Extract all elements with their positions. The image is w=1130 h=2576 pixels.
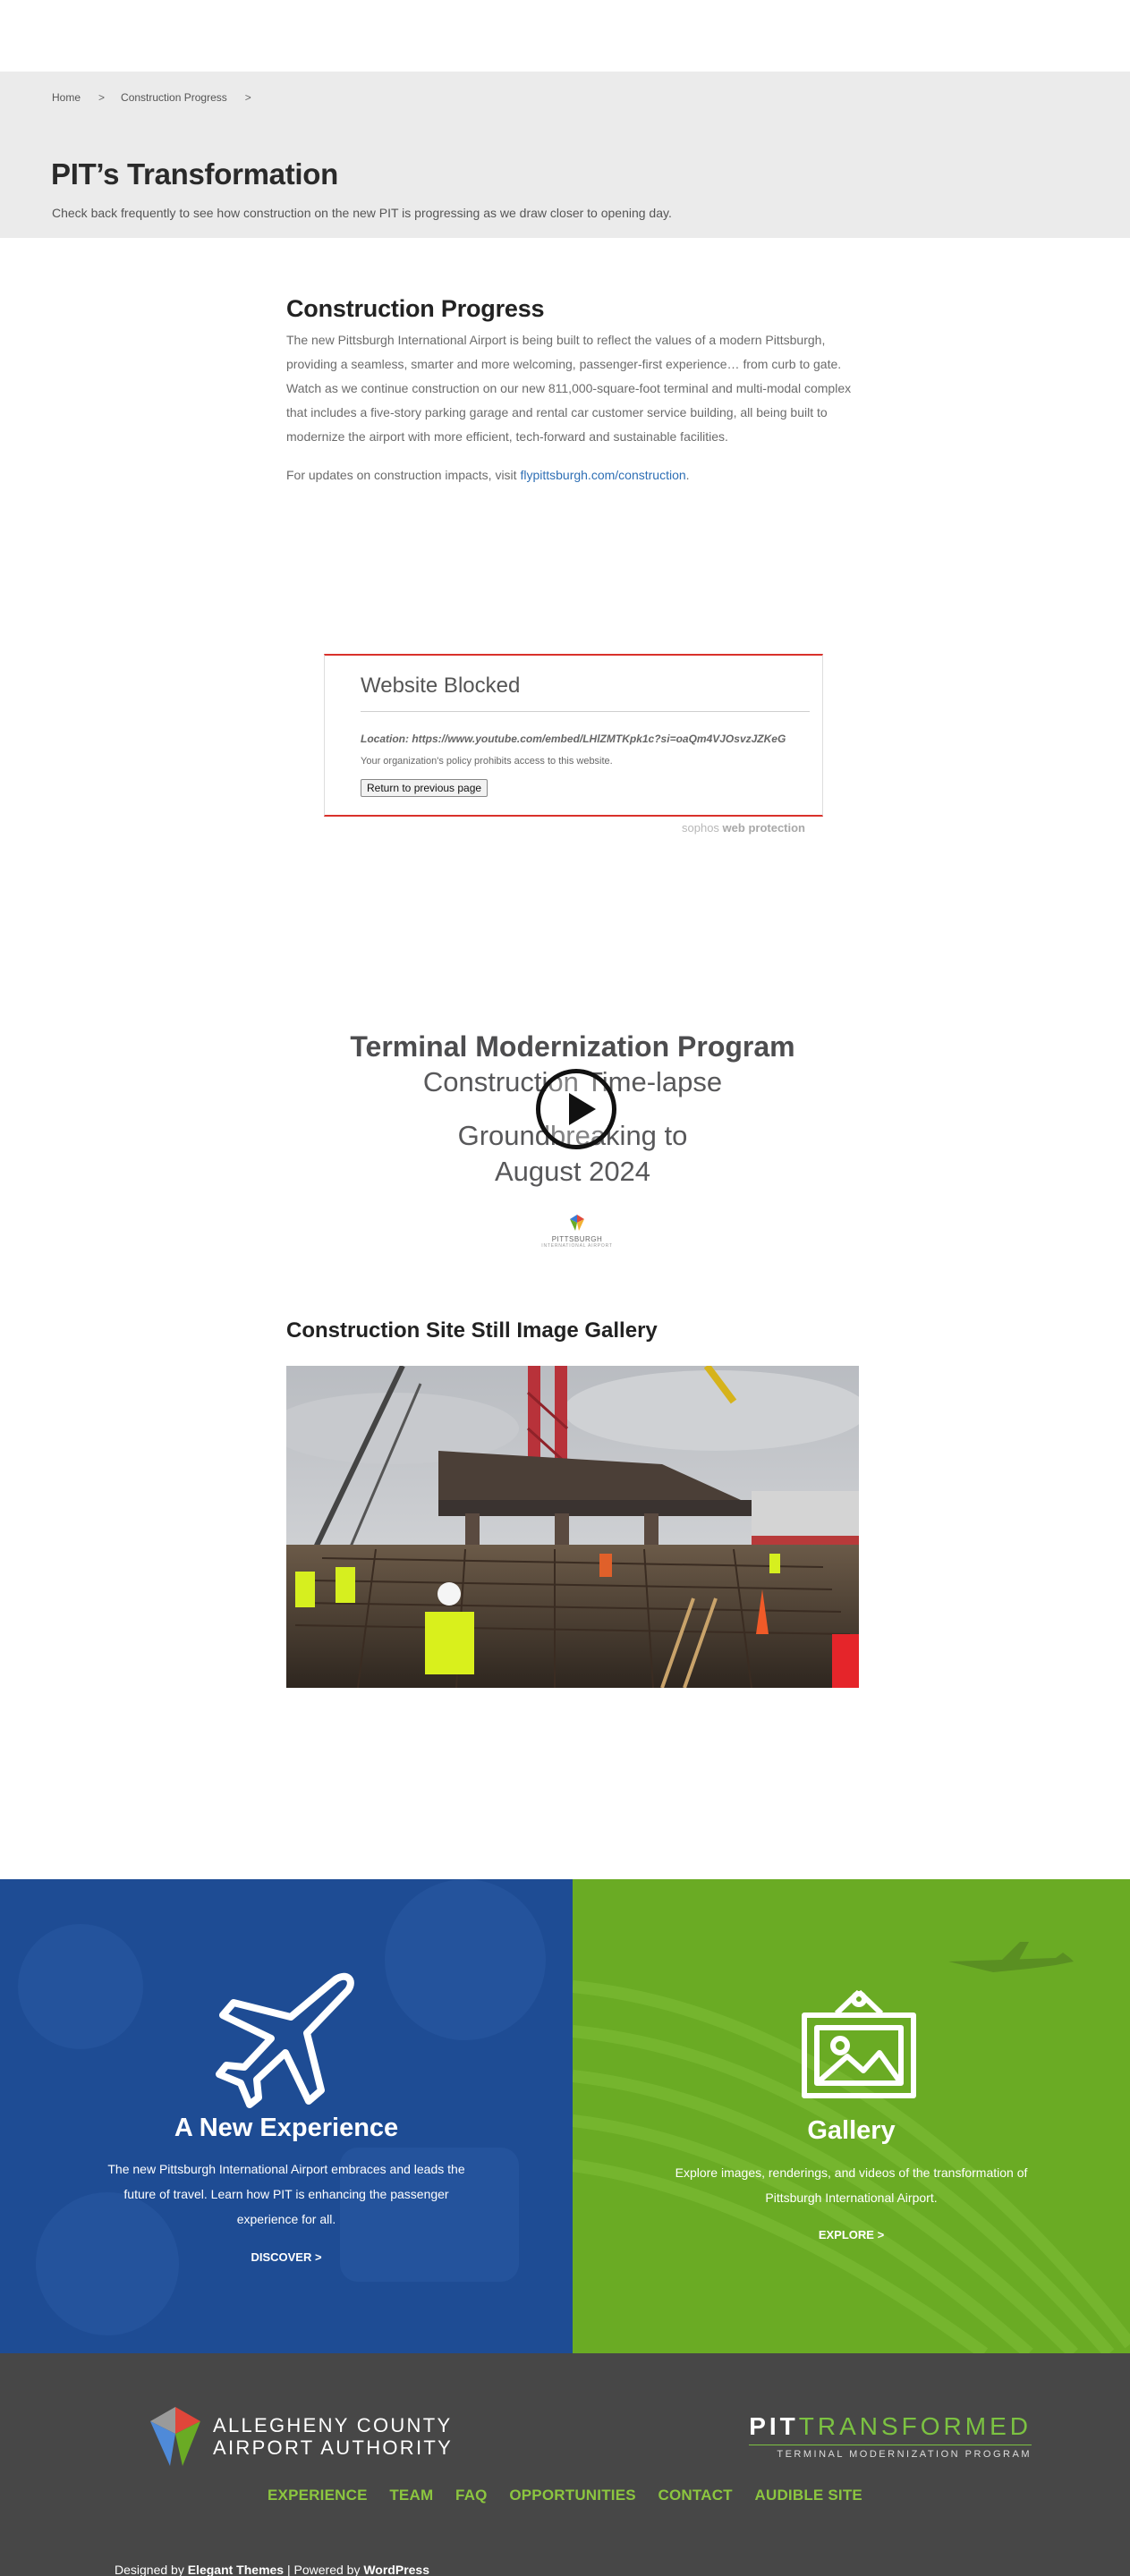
- experience-desc-line-2: future of travel. Learn how PIT is enhan…: [123, 2187, 449, 2201]
- experience-desc-line-3: experience for all.: [236, 2212, 336, 2226]
- promo-gallery: Gallery Explore images, renderings, and …: [573, 1879, 1130, 2353]
- gallery-description: Explore images, renderings, and videos o…: [655, 2160, 1049, 2210]
- breadcrumb-current-link[interactable]: Construction Progress: [121, 91, 227, 104]
- acaa-logo[interactable]: ALLEGHENY COUNTY AIRPORT AUTHORITY: [150, 2407, 453, 2466]
- breadcrumb-separator: >: [244, 91, 251, 104]
- blocked-title: Website Blocked: [361, 674, 521, 698]
- wordpress-link[interactable]: WordPress: [363, 2563, 429, 2576]
- gallery-title: Construction Site Still Image Gallery: [286, 1318, 658, 1343]
- pit-transformed-subtitle: TERMINAL MODERNIZATION PROGRAM: [749, 2445, 1032, 2460]
- section-title: Construction Progress: [286, 295, 545, 322]
- acaa-logo-text: ALLEGHENY COUNTY AIRPORT AUTHORITY: [213, 2414, 453, 2459]
- play-button[interactable]: [536, 1069, 616, 1149]
- airport-logo-text: PITTSBURGH: [551, 1235, 603, 1243]
- updates-note: For updates on construction impacts, vis…: [286, 463, 859, 487]
- breadcrumb-home-link[interactable]: Home: [52, 91, 81, 104]
- footer-link-audible-site[interactable]: AUDIBLE SITE: [755, 2487, 862, 2504]
- credit-mid: | Powered by: [284, 2563, 364, 2576]
- blocked-embed-frame: Website Blocked Location: https://www.yo…: [324, 654, 823, 817]
- construction-photo-image: [286, 1366, 859, 1688]
- pit-wordmark-light: TRANSFORMED: [798, 2412, 1032, 2440]
- pittsburgh-airport-logo: PITTSBURGH INTERNATIONAL AIRPORT: [541, 1215, 613, 1249]
- updates-prefix: For updates on construction impacts, vis…: [286, 468, 521, 482]
- acaa-line-2: AIRPORT AUTHORITY: [213, 2436, 454, 2459]
- experience-title: A New Experience: [174, 2114, 399, 2142]
- acaa-line-1: ALLEGHENY COUNTY: [213, 2414, 453, 2436]
- airport-logo-subtext: INTERNATIONAL AIRPORT: [541, 1243, 613, 1249]
- sophos-branding: sophos web protection: [682, 821, 805, 835]
- footer-link-experience[interactable]: EXPERIENCE: [268, 2487, 368, 2504]
- experience-desc-line-1: The new Pittsburgh International Airport…: [107, 2162, 465, 2176]
- footer-link-faq[interactable]: FAQ: [455, 2487, 488, 2504]
- footer-nav: EXPERIENCE TEAM FAQ OPPORTUNITIES CONTAC…: [0, 2487, 1130, 2504]
- sophos-brand-bold: web protection: [722, 821, 805, 835]
- play-icon: [569, 1093, 596, 1125]
- updates-suffix: .: [685, 468, 690, 482]
- page-subtitle: Check back frequently to see how constru…: [52, 206, 672, 220]
- pit-transformed-logo[interactable]: PITTRANSFORMED TERMINAL MODERNIZATION PR…: [749, 2412, 1032, 2460]
- explore-link[interactable]: EXPLORE >: [573, 2228, 1130, 2241]
- page-title: PIT’s Transformation: [51, 157, 339, 191]
- construction-photo[interactable]: [286, 1366, 859, 1688]
- footer-link-team[interactable]: TEAM: [389, 2487, 433, 2504]
- gallery-promo-title: Gallery: [807, 2116, 896, 2145]
- construction-updates-link[interactable]: flypittsburgh.com/construction: [520, 468, 685, 482]
- gallery-desc-line-1: Explore images, renderings, and videos o…: [675, 2165, 1028, 2180]
- breadcrumb: Home > Construction Progress >: [52, 91, 268, 104]
- page-hero: Home > Construction Progress > PIT’s Tra…: [0, 72, 1130, 238]
- blocked-divider: [361, 711, 810, 712]
- blocked-location: Location: https://www.youtube.com/embed/…: [361, 733, 786, 745]
- blocked-policy-text: Your organization's policy prohibits acc…: [361, 756, 613, 767]
- elegant-themes-link[interactable]: Elegant Themes: [188, 2563, 284, 2576]
- breadcrumb-separator: >: [98, 91, 106, 104]
- promo-new-experience: A New Experience The new Pittsburgh Inte…: [0, 1879, 573, 2353]
- site-footer: ALLEGHENY COUNTY AIRPORT AUTHORITY PITTR…: [0, 2353, 1130, 2576]
- timelapse-video-poster[interactable]: Terminal Modernization Program Construct…: [286, 1020, 859, 1270]
- airplane-icon: [216, 1972, 354, 2108]
- return-button[interactable]: Return to previous page: [361, 779, 489, 797]
- sophos-brand-light: sophos: [682, 821, 723, 835]
- gallery-picture-icon: [802, 1989, 916, 2098]
- video-line-3: August 2024: [494, 1156, 651, 1187]
- footer-link-opportunities[interactable]: OPPORTUNITIES: [509, 2487, 635, 2504]
- construction-progress-section: Construction Progress The new Pittsburgh…: [286, 295, 859, 487]
- airport-logo-icon: [570, 1215, 584, 1231]
- footer-credits: Designed by Elegant Themes | Powered by …: [115, 2563, 429, 2576]
- discover-link[interactable]: DISCOVER >: [0, 2250, 573, 2264]
- credit-prefix: Designed by: [115, 2563, 188, 2576]
- gallery-desc-line-2: Pittsburgh International Airport.: [765, 2190, 938, 2205]
- section-paragraph: The new Pittsburgh International Airport…: [286, 333, 852, 444]
- acaa-logo-icon: [150, 2407, 200, 2466]
- site-header: [0, 0, 1130, 72]
- pit-transformed-wordmark: PITTRANSFORMED: [749, 2412, 1032, 2441]
- video-title: Terminal Modernization Program: [350, 1030, 795, 1063]
- pit-wordmark-bold: PIT: [749, 2412, 799, 2440]
- footer-link-contact[interactable]: CONTACT: [658, 2487, 733, 2504]
- experience-description: The new Pittsburgh International Airport…: [81, 2157, 492, 2232]
